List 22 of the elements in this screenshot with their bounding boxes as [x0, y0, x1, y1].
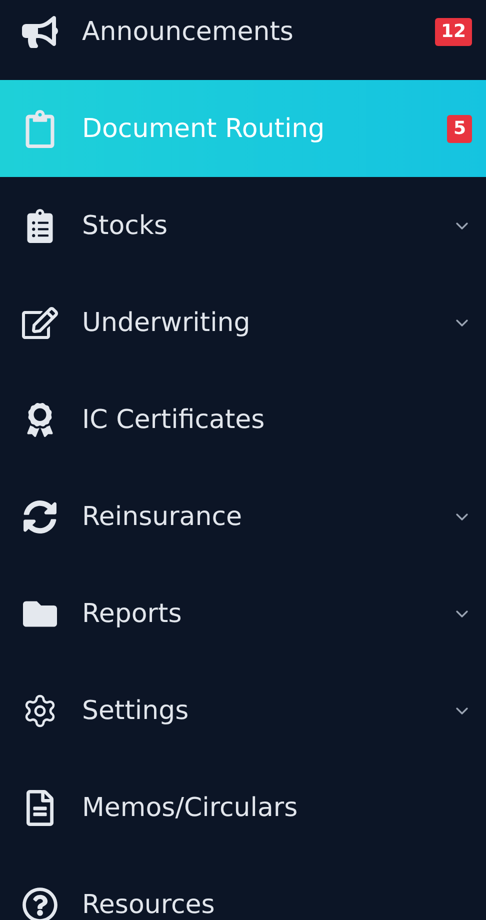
- item-label: Document Routing: [82, 114, 326, 144]
- sidebar-item[interactable]: Resources: [0, 856, 486, 920]
- item-label: Memos/Circulars: [82, 792, 299, 822]
- count-badge: 5: [447, 114, 472, 142]
- item-label: Announcements: [82, 16, 294, 46]
- sidebar-item[interactable]: Settings: [0, 662, 486, 759]
- item-label: Stocks: [82, 210, 169, 240]
- count-badge: 12: [434, 18, 472, 46]
- item-label: Reports: [82, 598, 183, 628]
- item-label: IC Certificates: [82, 404, 266, 434]
- sidebar-item[interactable]: Stocks: [0, 177, 486, 274]
- item-label: Resources: [82, 890, 216, 920]
- sidebar-item[interactable]: Announcements 12: [0, 0, 486, 80]
- sidebar-item[interactable]: Reports: [0, 565, 486, 662]
- item-label: Settings: [82, 696, 190, 726]
- item-label: Reinsurance: [82, 502, 244, 532]
- sidebar-item[interactable]: Reinsurance: [0, 468, 486, 565]
- sidebar-item[interactable]: Document Routing 5: [0, 80, 486, 177]
- item-label: Underwriting: [82, 308, 252, 338]
- sidebar-item[interactable]: IC Certificates: [0, 371, 486, 468]
- sidebar-item[interactable]: Memos/Circulars: [0, 759, 486, 856]
- sidebar-item[interactable]: Underwriting: [0, 274, 486, 371]
